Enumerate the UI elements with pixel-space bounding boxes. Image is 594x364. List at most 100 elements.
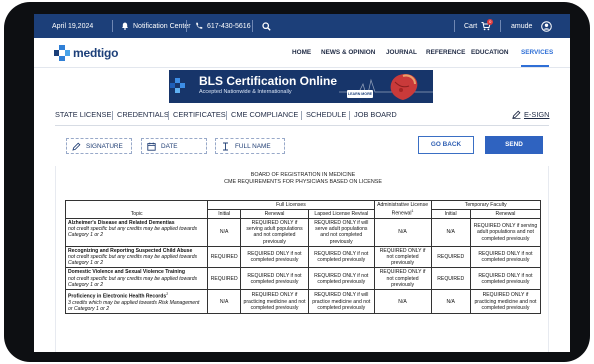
divider	[112, 20, 113, 32]
notification-center-link[interactable]: Notification Center	[121, 14, 191, 38]
tab-schedule[interactable]: SCHEDULE	[306, 110, 346, 119]
cart-label: Cart	[464, 22, 478, 30]
bls-ad-banner[interactable]: BLS Certification Online Accepted Nation…	[169, 70, 433, 103]
renewal-cell: REQUIRED ONLY if practicing medicine and…	[240, 289, 309, 315]
bell-icon	[122, 22, 128, 30]
nav-news-opinion[interactable]: NEWS & OPINION	[321, 49, 375, 56]
screen: April 19,2024 Notification Center 617-43…	[34, 14, 570, 352]
pen-icon	[512, 110, 521, 119]
logo-mark-icon	[54, 45, 70, 61]
temp-initial-cell: REQUIRED	[430, 245, 471, 269]
document-preview: BOARD OF REGISTRATION IN MEDICINE CME RE…	[55, 166, 549, 352]
col-group-temporary-faculty: Temporary Faculty	[430, 200, 541, 210]
tab-divider	[168, 111, 169, 120]
date-display: April 19,2024	[52, 14, 93, 38]
phone-number: 617-430-5616	[207, 22, 251, 30]
initial-cell: REQUIRED	[207, 245, 242, 269]
temp-initial-cell: REQUIRED	[430, 267, 471, 291]
lapsed-cell: REQUIRED ONLY if will serve adult popula…	[307, 218, 375, 247]
esign-label: E-SIGN	[524, 110, 550, 119]
username: amude	[511, 22, 533, 30]
esign-link[interactable]: E-SIGN	[512, 110, 549, 119]
table-row: Domestic Violence and Sexual Violence Tr…	[64, 267, 542, 291]
table-row: Proficiency in Electronic Health Records…	[64, 289, 542, 315]
top-bar: April 19,2024 Notification Center 617-43…	[34, 14, 570, 38]
tab-divider	[301, 111, 302, 120]
initial-cell: N/A	[207, 218, 242, 247]
col-lapsed-revival: Lapsed License Revival	[307, 209, 375, 219]
signature-tool[interactable]: SIGNATURE	[66, 138, 132, 154]
signature-icon	[72, 142, 81, 151]
tab-divider	[226, 111, 227, 120]
cart-icon: 0	[481, 19, 494, 31]
table-header-row: Topic Full Licenses Administrative Licen…	[64, 200, 541, 219]
notification-label: Notification Center	[133, 22, 191, 30]
col-temp-renewal: Renewal	[469, 209, 542, 219]
topic-cell: Domestic Violence and Sexual Violence Tr…	[64, 267, 209, 291]
divider	[252, 20, 253, 32]
send-button[interactable]: SEND	[485, 136, 543, 154]
col-group-full-licenses: Full Licenses	[207, 200, 375, 210]
full-name-tool[interactable]: FULL NAME	[215, 138, 285, 154]
medtigo-logo[interactable]: medtigo	[54, 45, 118, 61]
date-tool[interactable]: DATE	[141, 138, 207, 154]
nav-home[interactable]: HOME	[292, 49, 311, 56]
renewal-cell: REQUIRED ONLY if not completed previousl…	[240, 245, 309, 269]
table-row: Recognizing and Reporting Suspected Chil…	[64, 245, 542, 269]
nav-education[interactable]: EDUCATION	[471, 49, 509, 56]
logo-text: medtigo	[73, 46, 119, 60]
col-admin-renewal: Administrative License Renewal1	[373, 200, 432, 219]
active-nav-indicator	[521, 65, 549, 67]
tab-credentials[interactable]: CREDENTIALS	[117, 110, 169, 119]
divider	[500, 20, 501, 32]
temp-renewal-cell: REQUIRED ONLY if practicing medicine and…	[469, 289, 542, 315]
tab-job-board[interactable]: JOB BOARD	[354, 110, 397, 119]
admin-cell: REQUIRED ONLY if not completed previousl…	[373, 245, 432, 269]
nav-journal[interactable]: JOURNAL	[386, 49, 417, 56]
search-button[interactable]	[262, 14, 271, 38]
tab-divider	[349, 111, 350, 120]
temp-renewal-cell: REQUIRED ONLY if not completed previousl…	[469, 245, 542, 269]
document-heading-line-2: CME REQUIREMENTS FOR PHYSICIANS BASED ON…	[224, 179, 382, 185]
tab-state-license[interactable]: STATE LICENSE	[55, 110, 111, 119]
go-back-button[interactable]: GO BACK	[418, 136, 474, 154]
admin-cell: N/A	[373, 289, 432, 315]
renewal-cell: REQUIRED ONLY if not completed previousl…	[240, 267, 309, 291]
phone-icon	[196, 22, 203, 29]
col-topic: Topic	[64, 200, 209, 219]
tab-cme-compliance[interactable]: CME COMPLIANCE	[231, 110, 298, 119]
banner-title: BLS Certification Online	[199, 74, 338, 88]
topic-cell: Proficiency in Electronic Health Records…	[64, 289, 209, 315]
date-text: April 19,2024	[52, 22, 94, 30]
initial-cell: N/A	[207, 289, 242, 315]
table-row: Alzheimer's Disease and Related Dementia…	[64, 218, 542, 247]
tablet-frame: April 19,2024 Notification Center 617-43…	[4, 2, 590, 362]
signature-label: SIGNATURE	[86, 142, 123, 150]
cart-link[interactable]: Cart 0	[464, 14, 494, 38]
col-temp-initial: Initial	[430, 209, 471, 219]
lapsed-cell: REQUIRED ONLY if not completed previousl…	[307, 267, 375, 291]
document-heading-line-1: BOARD OF REGISTRATION IN MEDICINE	[250, 172, 356, 178]
full-name-label: FULL NAME	[235, 142, 271, 150]
lapsed-cell: REQUIRED ONLY if not completed previousl…	[307, 245, 375, 269]
tab-certificates[interactable]: CERTIFICATES	[173, 110, 226, 119]
topic-cell: Recognizing and Reporting Suspected Chil…	[64, 245, 209, 269]
document-heading: BOARD OF REGISTRATION IN MEDICINE CME RE…	[56, 172, 550, 186]
nav-services[interactable]: SERVICES	[521, 49, 553, 56]
divider	[186, 20, 187, 32]
divider	[454, 20, 455, 32]
phone-link[interactable]: 617-430-5616	[195, 14, 251, 38]
col-initial: Initial	[207, 209, 242, 219]
user-avatar-icon	[541, 20, 553, 32]
tab-divider	[112, 111, 113, 120]
text-cursor-icon	[223, 142, 228, 150]
col-renewal: Renewal	[240, 209, 309, 219]
temp-renewal-cell: REQUIRED ONLY if not completed previousl…	[469, 267, 542, 291]
date-label: DATE	[161, 142, 178, 150]
nav-reference[interactable]: REFERENCE	[426, 49, 465, 56]
temp-initial-cell: N/A	[430, 289, 471, 315]
learn-more-button[interactable]: LEARN MORE >	[347, 90, 373, 103]
user-menu[interactable]: amude	[511, 14, 553, 38]
lapsed-cell: REQUIRED ONLY if will practice medicine …	[307, 289, 375, 315]
cme-requirements-table: Topic Full Licenses Administrative Licen…	[64, 200, 542, 315]
